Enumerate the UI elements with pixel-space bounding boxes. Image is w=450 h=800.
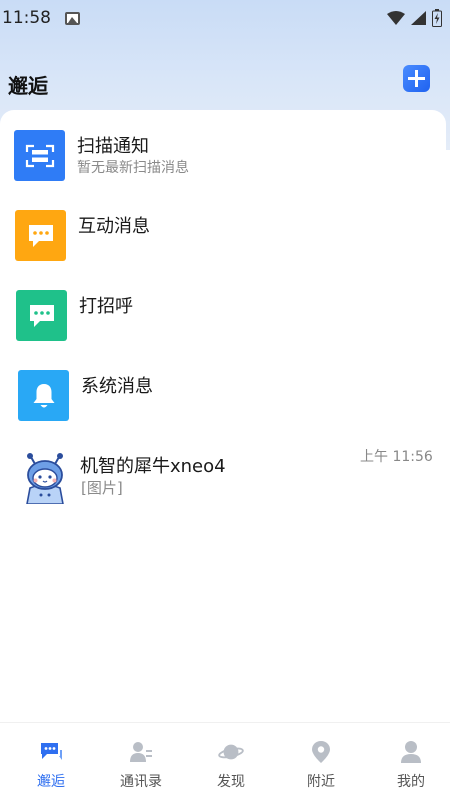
tab-nearby[interactable]: 附近 xyxy=(276,723,366,800)
item-title: 打招呼 xyxy=(79,296,133,317)
image-notification-icon xyxy=(65,11,80,25)
list-item-scan-notification[interactable]: 扫描通知 暂无最新扫描消息 xyxy=(0,124,446,196)
planet-icon xyxy=(218,739,244,765)
tab-label: 发现 xyxy=(217,774,245,790)
scan-icon xyxy=(14,130,65,181)
item-title: 扫描通知 xyxy=(77,136,149,157)
person-icon xyxy=(398,739,424,765)
item-title: 系统消息 xyxy=(81,376,153,397)
tab-contacts[interactable]: 通讯录 xyxy=(96,723,186,800)
bell-icon xyxy=(18,370,69,421)
add-button[interactable] xyxy=(403,65,430,92)
battery-icon xyxy=(432,9,442,27)
list-item-system-messages[interactable]: 系统消息 xyxy=(0,364,446,436)
message-time: 上午 11:56 xyxy=(360,449,433,465)
message-list: 扫描通知 暂无最新扫描消息 互动消息 打招呼 系统消息 机智的犀牛xneo4 [… xyxy=(0,110,446,722)
tab-label: 附近 xyxy=(307,774,335,790)
signal-icon xyxy=(411,11,426,25)
bottom-tab-bar: 邂逅 通讯录 发现 附近 我的 xyxy=(0,722,450,800)
chat-icon xyxy=(38,739,64,765)
tab-discover[interactable]: 发现 xyxy=(186,723,276,800)
tab-label: 邂逅 xyxy=(37,774,65,790)
chat-bubble-icon xyxy=(15,210,66,261)
item-subtitle: [图片] xyxy=(81,479,123,497)
tab-label: 通讯录 xyxy=(120,774,162,790)
list-item-chat[interactable]: 机智的犀牛xneo4 [图片] 上午 11:56 xyxy=(0,444,446,516)
tab-encounter[interactable]: 邂逅 xyxy=(6,723,96,800)
item-subtitle: 暂无最新扫描消息 xyxy=(77,160,189,176)
location-pin-icon xyxy=(308,739,334,765)
tab-me[interactable]: 我的 xyxy=(366,723,450,800)
contacts-icon xyxy=(128,739,154,765)
item-title: 互动消息 xyxy=(78,216,150,237)
avatar xyxy=(20,448,70,504)
wifi-icon xyxy=(387,11,405,25)
page-title: 邂逅 xyxy=(8,74,48,98)
list-item-greetings[interactable]: 打招呼 xyxy=(0,284,446,356)
greeting-icon xyxy=(16,290,67,341)
status-bar: 11:58 xyxy=(0,0,450,36)
tab-label: 我的 xyxy=(397,774,425,790)
plus-icon xyxy=(408,70,425,87)
list-item-interaction-messages[interactable]: 互动消息 xyxy=(0,204,446,276)
status-time: 11:58 xyxy=(2,8,51,28)
item-title: 机智的犀牛xneo4 xyxy=(80,456,226,477)
